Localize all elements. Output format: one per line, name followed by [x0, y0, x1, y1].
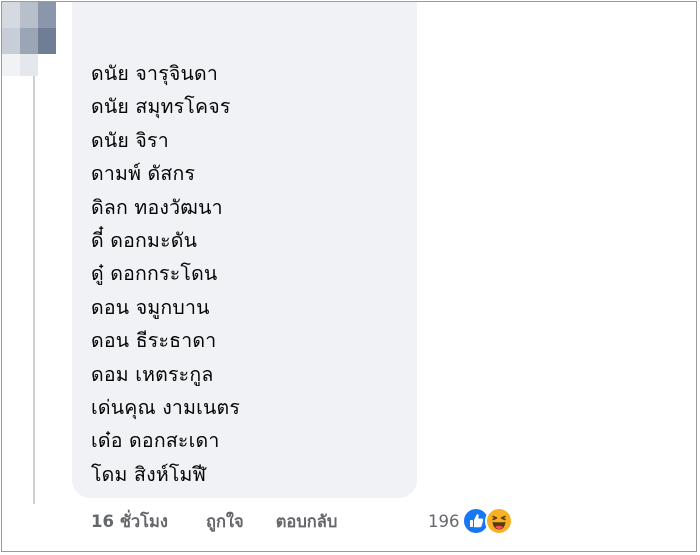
comment-line: ดู๋ ดอกกระโดน — [91, 262, 218, 286]
comment-line: ดามพ์ ดัสกร — [91, 162, 196, 186]
reply-button[interactable]: ตอบกลับ — [276, 509, 338, 535]
comment-line: ดอน จมูกบาน — [91, 295, 210, 319]
reactions-summary[interactable]: 196 — [428, 506, 513, 536]
comment-timestamp[interactable]: 16 ชั่วโมง — [91, 509, 168, 535]
reaction-count: 196 — [428, 511, 460, 531]
comment-line: ดอม เหตระกูล — [91, 362, 214, 386]
comment-text: ดนัย จารุจินดา ดนัย สมุทรโคจร ดนัย จิรา … — [91, 57, 240, 491]
comment-line: เด๋อ ดอกสะเดา — [91, 429, 220, 453]
avatar[interactable] — [2, 2, 56, 98]
comment-line: ดนัย จารุจินดา — [91, 62, 219, 85]
comment-actions: 16 ชั่วโมง ถูกใจ ตอบกลับ — [91, 507, 337, 537]
like-button[interactable]: ถูกใจ — [206, 509, 244, 535]
comment-line: ดนัย สมุทรโคจร — [91, 95, 231, 119]
haha-reaction-icon — [484, 507, 513, 535]
comment-author-name[interactable] — [54, 2, 422, 52]
comment-line: ดนัย จิรา — [91, 128, 169, 152]
screenshot-frame: ดนัย จารุจินดา ดนัย สมุทรโคจร ดนัย จิรา … — [1, 1, 697, 552]
thread-line — [33, 54, 35, 504]
comment-line: ดิลก ทองวัฒนา — [91, 195, 223, 219]
comment-line: ดอน ธีระธาดา — [91, 329, 217, 353]
comment-line: เด่นคุณ งามเนตร — [91, 395, 241, 419]
comment-line: โดม สิงห์โมฬี — [91, 462, 207, 486]
comment-line: ดี๋ ดอกมะดัน — [91, 228, 198, 252]
